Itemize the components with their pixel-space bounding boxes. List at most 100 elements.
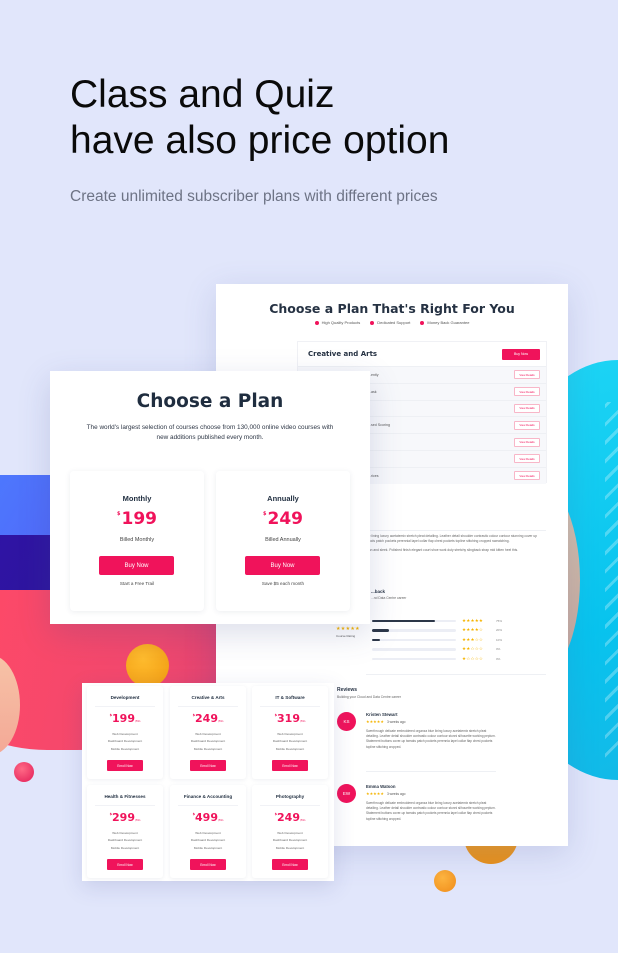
rating-bar-stars: ★★★☆☆ [462, 636, 484, 642]
category-price: $499/Mo [170, 811, 246, 824]
divider [366, 674, 546, 675]
price-value: 299 [112, 811, 135, 824]
category-name: Photography [275, 794, 305, 799]
category-name: Health & Fitnesses [104, 794, 146, 799]
price-value: 199 [121, 509, 157, 529]
category-features: Web Development Dashboard Development Mobi… [252, 830, 328, 852]
hero-title-line: Class and Quiz [70, 73, 335, 116]
enroll-now-button[interactable]: Enroll Now [272, 760, 308, 771]
currency-symbol: $ [274, 812, 278, 816]
feature-item: Dashboard Development [107, 838, 143, 843]
category-plan-card: Photography $249/Mo Web Development Dashboa… [252, 785, 328, 878]
plan-name: Monthly [122, 494, 152, 503]
enroll-now-button[interactable]: Enroll Now [107, 760, 143, 771]
price-period: /Mo [134, 719, 141, 723]
view-details-button[interactable]: View Details [514, 437, 540, 447]
feature-item: Mobile Development [275, 746, 305, 751]
view-details-button[interactable]: View Details [514, 387, 540, 397]
feature-item: Web Development [195, 732, 221, 736]
enroll-now-button[interactable]: Enroll Now [107, 859, 143, 870]
description-paragraph: ...e lining luxury acetatemix stretch pl… [366, 534, 537, 544]
price-period: /Mo [134, 818, 141, 822]
currency-symbol: $ [192, 812, 196, 816]
category-plan-card: Finance & Accounting $499/Mo Web Developme… [170, 785, 246, 878]
review-stars: ★★★★★ [366, 719, 384, 724]
feature-item: Web Development [112, 831, 138, 835]
view-details-button[interactable]: View Details [514, 370, 540, 380]
view-details-button[interactable]: View Details [514, 471, 540, 481]
plan-card-monthly: Monthly $199 Billed Monthly Buy Now Star… [70, 471, 204, 611]
review-time: 3 weeks ago [386, 792, 406, 796]
feature-label: Dedicated Support [377, 320, 411, 325]
category-pricing-grid: Development $199/Mo Web Development Dashboa… [82, 683, 334, 881]
category-name: Development [110, 695, 140, 700]
ratings-subheading: ...nd Data Centre career [371, 596, 407, 600]
divider [366, 530, 546, 531]
ratings-heading: ...back [371, 589, 386, 594]
feature-list: High Quality Products Dedicated Support … [216, 320, 568, 325]
feature-item: Mobile Development [193, 746, 223, 751]
category-plan-card: Development $199/Mo Web Development Dashboa… [87, 686, 163, 779]
course-description: ...e lining luxury acetatemix stretch pl… [366, 534, 546, 554]
plan-details-title: Choose a Plan That's Right For You [269, 301, 515, 316]
description-paragraph: ...an and sleek. Polished finish elegant… [366, 548, 519, 553]
enroll-now-button[interactable]: Enroll Now [190, 859, 226, 870]
plan-price: $199 [70, 509, 204, 529]
enroll-now-button[interactable]: Enroll Now [272, 859, 308, 870]
rating-bar-percent: 0% [496, 656, 501, 661]
divider [178, 805, 238, 806]
currency-symbol: $ [263, 511, 267, 517]
review-text: Swerthrough delicate embroidered organza… [366, 801, 496, 821]
rating-label: Course Rating [336, 634, 356, 638]
plan-card-annually: Annually $249 Billed Annually Buy Now Sa… [216, 471, 350, 611]
plan-note: Save $5 each month [261, 581, 305, 586]
review-time: 3 weeks ago [386, 720, 406, 724]
divider [260, 706, 320, 707]
plan-note: Start a Free Trail [119, 581, 155, 586]
enroll-now-button[interactable]: Enroll Now [190, 760, 226, 771]
reviewer-name: Emma Watson [366, 784, 396, 789]
feature-item: Dashboard Development [272, 838, 308, 843]
price-period: /Mo [299, 818, 306, 822]
buy-now-button[interactable]: Buy Now [245, 556, 320, 575]
feature-item: High Quality Products [314, 320, 360, 325]
rating-bar-stars: ★☆☆☆☆ [462, 655, 484, 661]
rating-bar-row: ★★★★☆ 20% [372, 626, 504, 636]
category-features: Web Development Dashboard Development Mobi… [170, 830, 246, 852]
price-period: /Mo [299, 719, 306, 723]
rating-bar-percent: 75% [496, 618, 503, 623]
feature-item: Web Development [277, 732, 303, 736]
divider [260, 805, 320, 806]
rating-bar-track [372, 657, 456, 660]
plan-panel-header: Creative and Arts Buy Now [298, 342, 546, 366]
price-value: 249 [267, 509, 303, 529]
price-value: 249 [195, 712, 218, 725]
view-details-button[interactable]: View Details [514, 403, 540, 413]
currency-symbol: $ [274, 713, 278, 717]
rating-bar-stars: ★★☆☆☆ [462, 646, 484, 652]
price-period: /Mo [217, 818, 224, 822]
rating-bar-stars: ★★★★☆ [462, 627, 484, 633]
decor-pink-ball [14, 762, 34, 782]
view-details-button[interactable]: View Details [514, 454, 540, 464]
category-price: $319/Mo [252, 712, 328, 725]
plan-panel-name: Creative and Arts [308, 350, 378, 358]
buy-now-button[interactable]: Buy Now [99, 556, 174, 575]
rating-bar-stars: ★★★★★ [462, 617, 484, 623]
hero-title-line: have also price option [70, 119, 450, 162]
feature-item: Dashboard Development [107, 739, 143, 744]
avatar: EW [337, 784, 356, 803]
feature-item: Mobile Development [110, 746, 140, 751]
decor-orange-ball [126, 644, 169, 687]
buy-now-button[interactable]: Buy Now [502, 348, 540, 360]
category-name: Finance & Accounting [183, 794, 233, 799]
bullet-icon [314, 320, 319, 325]
view-details-button[interactable]: View Details [514, 420, 540, 430]
divider [95, 706, 155, 707]
rating-bar-row: ★★★★★ 75% [372, 616, 504, 626]
course-row-label: ...sed Scoring [368, 423, 390, 428]
category-plan-card: Creative & Arts $249/Mo Web Development Das… [170, 686, 246, 779]
bullet-icon [370, 320, 375, 325]
rating-bar-percent: 20% [496, 628, 503, 633]
currency-symbol: $ [109, 812, 113, 816]
